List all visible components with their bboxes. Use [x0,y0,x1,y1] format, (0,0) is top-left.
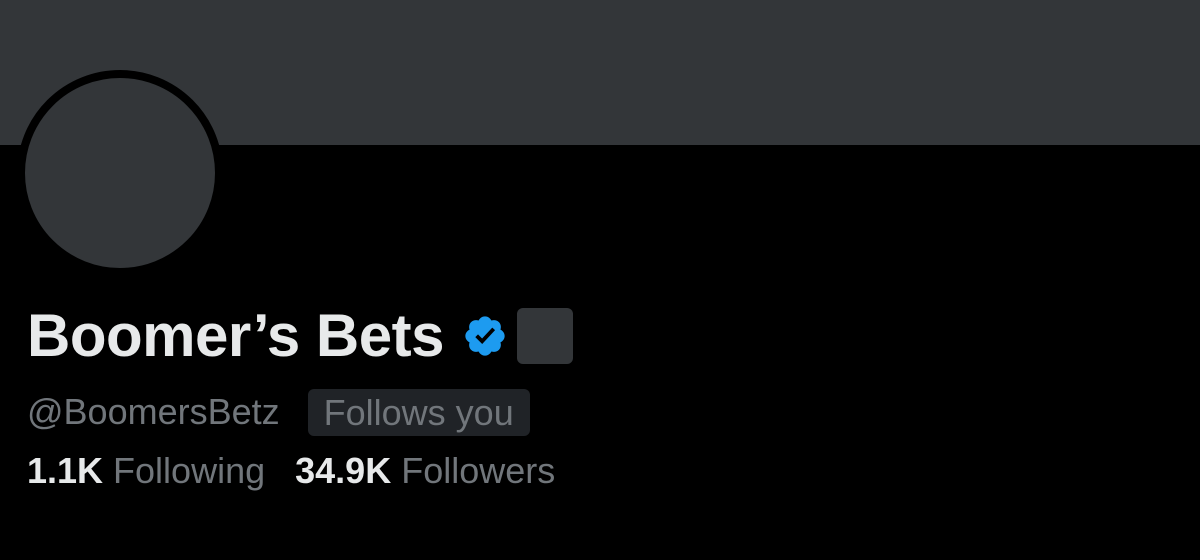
profile-name-row: Boomer’s Bets [27,300,573,372]
followers-link[interactable]: 34.9K Followers [295,447,555,495]
following-count: 1.1K [27,450,104,491]
follows-you-badge: Follows you [307,388,530,436]
verified-badge-shape [465,316,505,356]
affiliate-badge[interactable] [516,308,573,364]
display-name: Boomer’s Bets [27,302,444,369]
followers-label: Followers [401,450,556,491]
follow-stats: 1.1K Following 34.9K Followers [27,447,555,495]
following-link[interactable]: 1.1K Following [27,447,265,495]
followers-count: 34.9K [295,450,392,491]
following-label: Following [113,450,266,491]
avatar[interactable] [17,70,223,276]
username-handle: @BoomersBetz [27,391,280,432]
verified-badge-icon[interactable] [462,313,508,359]
handle-row: @BoomersBetz Follows you [27,388,530,436]
